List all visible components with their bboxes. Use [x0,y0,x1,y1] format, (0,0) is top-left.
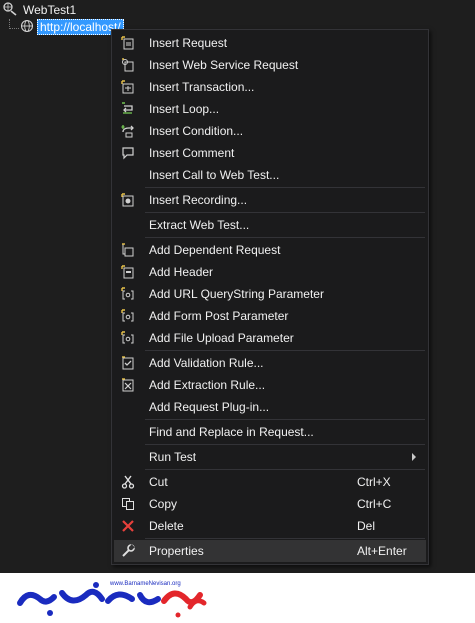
menu-item-insert-transaction[interactable]: Insert Transaction... [114,76,426,98]
menu-item-add-form-post-parameter[interactable]: Add Form Post Parameter [114,305,426,327]
comment-icon [120,145,136,161]
copy-icon [120,496,136,512]
menu-item-label: Insert Condition... [149,124,244,138]
menu-item-label: Extract Web Test... [149,218,250,232]
menu-item-add-dependent-request[interactable]: Add Dependent Request [114,239,426,261]
condition-icon [120,123,136,139]
scissors-icon [120,474,136,490]
menu-item-add-url-querystring-parameter[interactable]: Add URL QueryString Parameter [114,283,426,305]
menu-item-insert-loop[interactable]: Insert Loop... [114,98,426,120]
menu-item-label: Delete [149,519,184,533]
menu-item-label: Add Dependent Request [149,243,281,257]
parameter-icon [120,308,136,324]
menu-item-insert-condition[interactable]: Insert Condition... [114,120,426,142]
menu-item-insert-recording[interactable]: Insert Recording... [114,189,426,211]
web-service-icon [120,57,136,73]
parameter-icon [120,286,136,302]
menu-item-shortcut: Ctrl+X [357,475,391,489]
insert-request-icon [120,35,136,51]
menu-item-delete[interactable]: Delete Del [114,515,426,537]
menu-item-label: Insert Comment [149,146,235,160]
delete-icon [120,518,136,534]
watermark-banner: www.BarnameNevisan.org [0,573,475,623]
menu-item-insert-web-service-request[interactable]: Insert Web Service Request [114,54,426,76]
menu-separator [145,419,425,420]
parameter-icon [120,330,136,346]
menu-item-label: Insert Transaction... [149,80,255,94]
menu-item-add-header[interactable]: Add Header [114,261,426,283]
menu-item-label: Add Form Post Parameter [149,309,289,323]
menu-separator [145,469,425,470]
menu-separator [145,212,425,213]
menu-item-insert-comment[interactable]: Insert Comment [114,142,426,164]
header-icon [120,264,136,280]
tree-root-label: WebTest1 [23,3,77,17]
menu-item-label: Insert Call to Web Test... [149,168,280,182]
tree-node-request[interactable]: http://localhost/ [9,19,124,35]
menu-item-add-extraction-rule[interactable]: Add Extraction Rule... [114,374,426,396]
menu-item-shortcut: Ctrl+C [357,497,392,511]
watermark-url: www.BarnameNevisan.org [109,581,181,587]
validation-rule-icon [120,355,136,371]
recording-icon [120,192,136,208]
menu-item-shortcut: Del [357,519,376,533]
menu-item-label: Find and Replace in Request... [149,425,314,439]
menu-item-insert-request[interactable]: Insert Request [114,32,426,54]
menu-separator [145,538,425,539]
menu-item-add-request-plugin[interactable]: Add Request Plug-in... [114,396,426,418]
menu-item-label: Properties [149,544,204,558]
menu-item-add-validation-rule[interactable]: Add Validation Rule... [114,352,426,374]
tree-connector [9,19,19,29]
menu-item-label: Add URL QueryString Parameter [149,287,324,301]
menu-item-label: Insert Request [149,36,228,50]
menu-item-shortcut: Alt+Enter [357,544,407,558]
menu-item-label: Insert Web Service Request [149,58,299,72]
dependent-request-icon [120,242,136,258]
menu-item-find-and-replace[interactable]: Find and Replace in Request... [114,421,426,443]
menu-item-label: Copy [149,497,178,511]
menu-separator [145,237,425,238]
menu-item-cut[interactable]: Cut Ctrl+X [114,471,426,493]
transaction-icon [120,79,136,95]
menu-item-run-test[interactable]: Run Test [114,446,426,468]
context-menu: Insert Request Insert Web Service Reques… [111,29,429,565]
menu-item-label: Add Header [149,265,214,279]
menu-item-label: Cut [149,475,168,489]
menu-item-label: Insert Recording... [149,193,248,207]
watermark-logo-icon: www.BarnameNevisan.org [17,581,207,618]
menu-separator [145,350,425,351]
menu-separator [145,187,425,188]
menu-item-copy[interactable]: Copy Ctrl+C [114,493,426,515]
wrench-icon [120,543,136,559]
tree-node-webtest[interactable]: WebTest1 [2,1,77,20]
webtest-icon [2,1,18,20]
menu-item-label: Add Extraction Rule... [149,378,266,392]
menu-item-properties[interactable]: Properties Alt+Enter [114,540,426,562]
menu-item-extract-web-test[interactable]: Extract Web Test... [114,214,426,236]
globe-icon [20,19,34,36]
menu-item-insert-call-to-web-test[interactable]: Insert Call to Web Test... [114,164,426,186]
menu-item-label: Add Validation Rule... [149,356,264,370]
menu-item-label: Run Test [149,450,197,464]
menu-item-label: Insert Loop... [149,102,220,116]
menu-item-label: Add Request Plug-in... [149,400,270,414]
menu-separator [145,444,425,445]
extraction-rule-icon [120,377,136,393]
menu-item-label: Add File Upload Parameter [149,331,294,345]
loop-icon [120,101,136,117]
submenu-arrow-icon [412,453,416,461]
menu-item-add-file-upload-parameter[interactable]: Add File Upload Parameter [114,327,426,349]
